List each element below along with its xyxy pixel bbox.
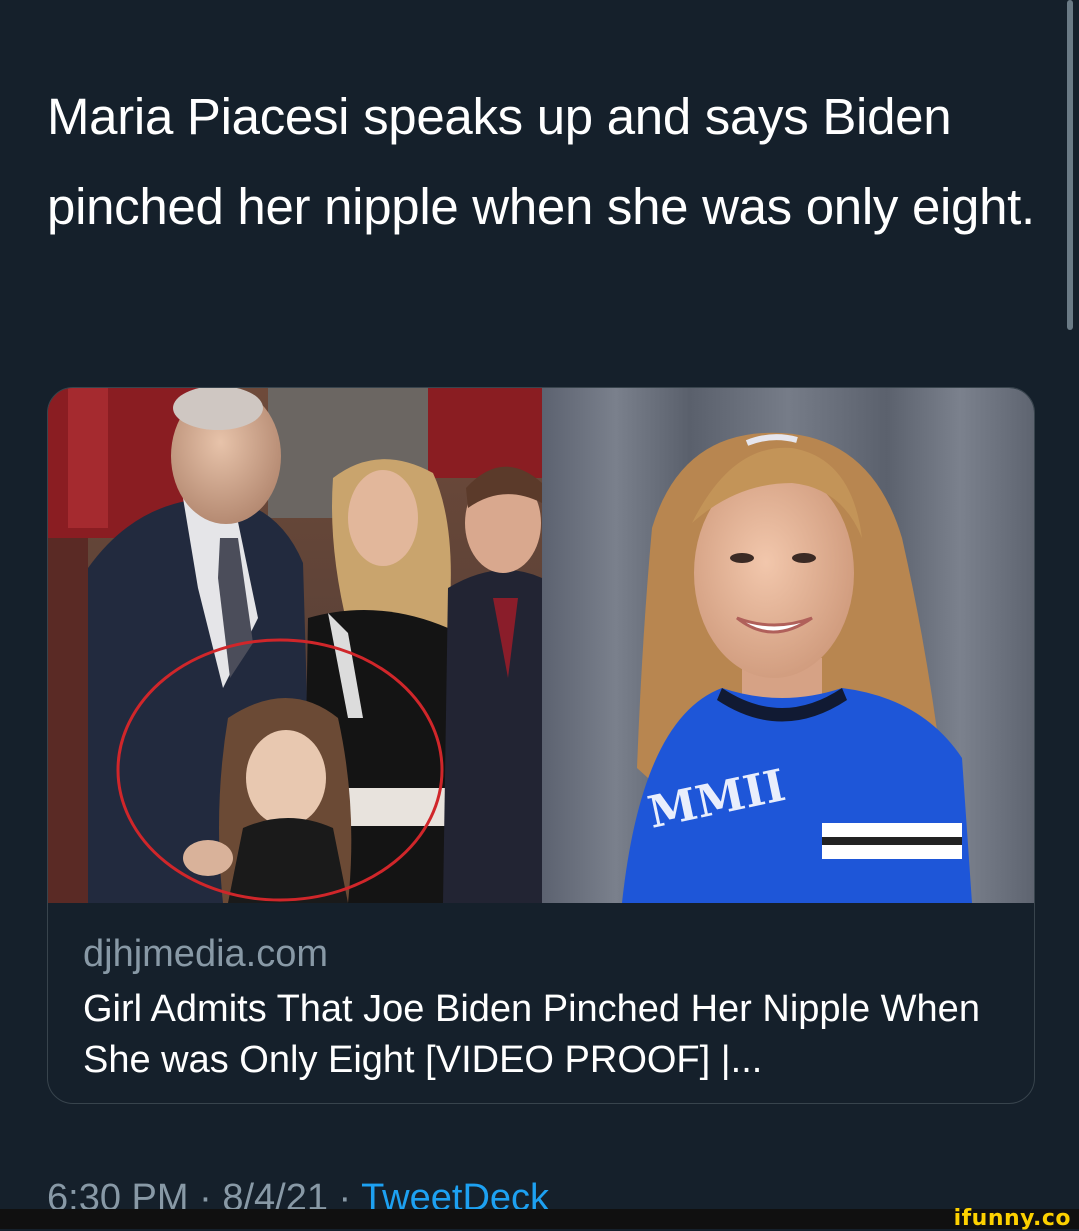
watermark-bar: ifunny.co bbox=[0, 1206, 1079, 1231]
card-media[interactable]: MMII bbox=[48, 388, 1034, 903]
ifunny-watermark-logo: ifunny.co bbox=[953, 1206, 1071, 1231]
link-preview-card[interactable]: MMII djhjmedia.com Girl Admits That Joe … bbox=[47, 387, 1035, 1104]
card-image-left bbox=[48, 388, 542, 903]
card-domain: djhjmedia.com bbox=[83, 933, 328, 975]
card-title: Girl Admits That Joe Biden Pinched Her N… bbox=[83, 988, 980, 1081]
portrait-illustration: MMII bbox=[542, 388, 1034, 903]
video-still-illustration bbox=[48, 388, 542, 903]
card-image-right: MMII bbox=[542, 388, 1034, 903]
tweet-text: Maria Piacesi speaks up and says Biden p… bbox=[47, 88, 1035, 235]
scrollbar[interactable] bbox=[1067, 0, 1073, 330]
